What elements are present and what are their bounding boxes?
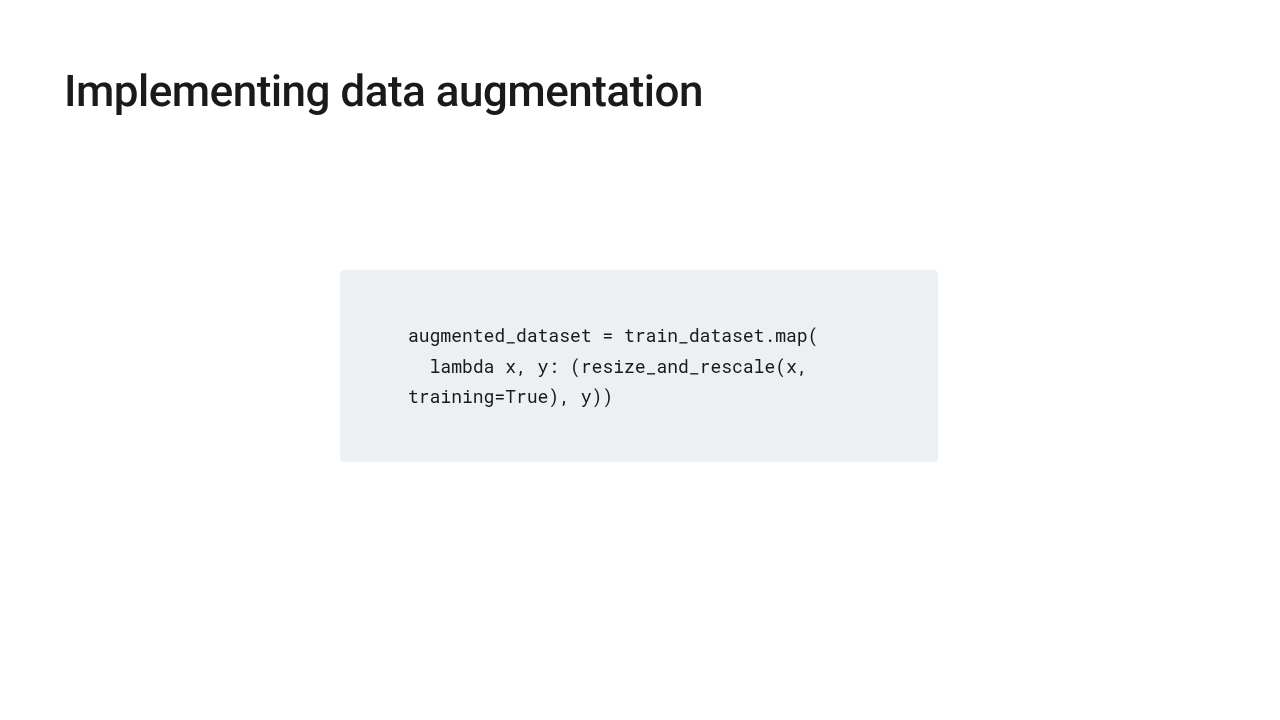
code-block: augmented_dataset = train_dataset.map( l… — [340, 270, 938, 462]
code-content: augmented_dataset = train_dataset.map( l… — [408, 320, 870, 412]
page-title: Implementing data augmentation — [64, 65, 703, 117]
